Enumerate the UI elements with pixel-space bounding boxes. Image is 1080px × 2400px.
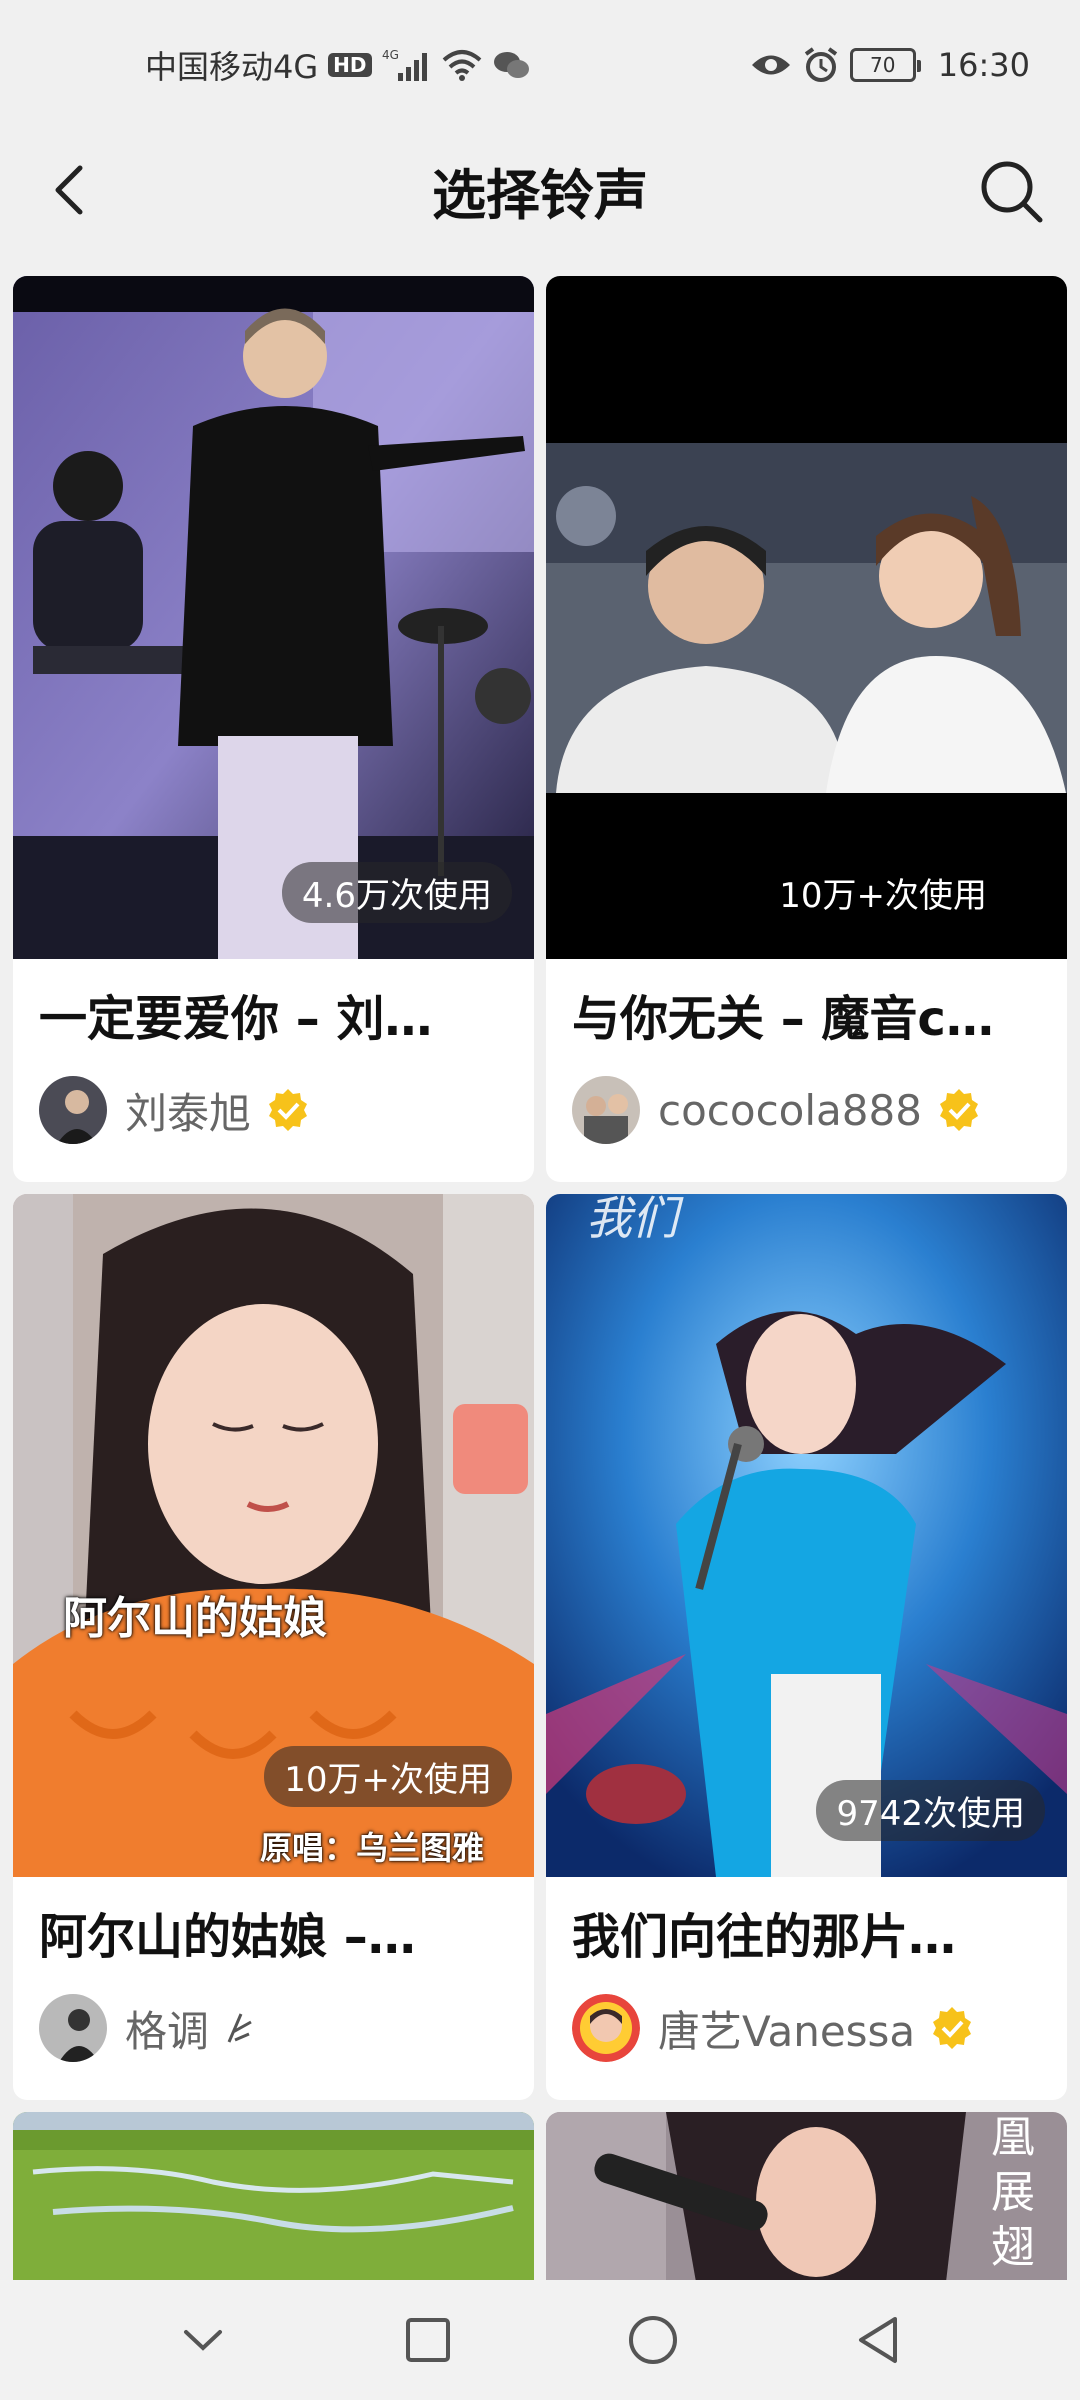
author-name[interactable]: 刘泰旭 [125, 1080, 251, 1141]
clock: 16:30 [937, 46, 1030, 84]
video-thumbnail[interactable]: 凰 展 翅 [546, 2112, 1067, 2282]
video-thumbnail[interactable]: 10万+次使用 [546, 276, 1067, 959]
hd-badge: HD [328, 53, 372, 77]
signal-icon: 4G [382, 48, 427, 81]
ringtone-card[interactable]: 我们 9742次使用 我们向往的那片… 唐艺Vanessa [546, 1194, 1067, 2100]
ringtone-card[interactable]: 10万+次使用 与你无关 – 魔音c… cococola888 [546, 276, 1067, 1182]
chevron-down-icon [183, 2330, 222, 2351]
avatar[interactable] [572, 1994, 640, 2062]
alarm-icon [804, 47, 837, 82]
system-nav-bar [0, 2280, 1080, 2400]
status-bar: 中国移动4G HD 4G 70 16:30 [0, 0, 1080, 130]
nav-home-button[interactable] [618, 2305, 688, 2375]
song-title[interactable]: 阿尔山的姑娘 –… [39, 1905, 508, 1969]
video-thumbnail[interactable]: 我们 9742次使用 [546, 1194, 1067, 1877]
battery-level: 70 [870, 53, 896, 77]
usage-count-badge: 9742次使用 [816, 1780, 1045, 1841]
ringtone-card-partial[interactable]: 凰 展 翅 [546, 2112, 1067, 2282]
usage-count-badge: 10万+次使用 [779, 876, 987, 916]
video-thumbnail[interactable]: 阿尔山的姑娘 10万+次使用 原唱：乌兰图雅 [13, 1194, 534, 1877]
svg-text:凰: 凰 [991, 2112, 1035, 2163]
battery-indicator: 70 [849, 48, 921, 82]
usage-count-badge: 10万+次使用 [264, 1746, 512, 1807]
wechat-icon [493, 52, 529, 78]
verified-badge-icon [933, 2007, 972, 2049]
svg-text:翅: 翅 [991, 2222, 1035, 2273]
triangle-back-icon [858, 2317, 897, 2363]
svg-text:我们: 我们 [586, 1194, 684, 1245]
author-name[interactable]: 唐艺Vanessa [658, 1998, 915, 2059]
avatar[interactable] [39, 1994, 107, 2062]
ringtone-card-partial[interactable] [13, 2112, 534, 2282]
author-row[interactable]: cococola888 [572, 1075, 1041, 1145]
carrier-label: 中国移动4G [145, 48, 319, 86]
search-icon[interactable] [976, 156, 1046, 226]
song-title[interactable]: 我们向往的那片… [572, 1905, 1041, 1969]
author-row[interactable]: 唐艺Vanessa [572, 1993, 1041, 2063]
music-note-icon [227, 2013, 252, 2043]
author-row[interactable]: 格调 [39, 1993, 508, 2063]
ringtone-card[interactable]: 阿尔山的姑娘 10万+次使用 原唱：乌兰图雅 阿尔山的姑娘 –… 格调 [13, 1194, 534, 2100]
circle-icon [628, 2316, 677, 2364]
avatar[interactable] [572, 1076, 640, 1144]
video-thumbnail[interactable] [13, 2112, 534, 2282]
video-subcaption: 原唱：乌兰图雅 [259, 1829, 484, 1867]
back-arrow-icon[interactable] [40, 158, 104, 222]
verified-badge-icon [939, 1089, 978, 1131]
author-name[interactable]: 格调 [125, 1998, 209, 2059]
usage-count-badge: 4.6万次使用 [281, 862, 512, 923]
header: 选择铃声 [0, 130, 1080, 250]
nav-collapse-button[interactable] [168, 2305, 238, 2375]
song-title[interactable]: 一定要爱你 – 刘… [39, 987, 508, 1051]
video-caption: 阿尔山的姑娘 [63, 1593, 327, 1644]
verified-badge-icon [269, 1089, 308, 1131]
ringtone-card[interactable]: 4.6万次使用 一定要爱你 – 刘… 刘泰旭 [13, 276, 534, 1182]
author-name[interactable]: cococola888 [658, 1086, 922, 1135]
author-row[interactable]: 刘泰旭 [39, 1075, 508, 1145]
nav-recents-button[interactable] [393, 2305, 463, 2375]
eye-icon [751, 55, 790, 75]
wifi-icon [442, 50, 481, 81]
ringtone-grid: 4.6万次使用 一定要爱你 – 刘… 刘泰旭 10万+次使用 与你无关 – 魔音… [13, 276, 1067, 2282]
page-title: 选择铃声 [432, 163, 648, 227]
svg-text:4G: 4G [382, 48, 399, 62]
song-title[interactable]: 与你无关 – 魔音c… [572, 987, 1041, 1051]
video-thumbnail[interactable]: 4.6万次使用 [13, 276, 534, 959]
avatar[interactable] [39, 1076, 107, 1144]
svg-text:展: 展 [991, 2167, 1035, 2218]
square-icon [405, 2318, 450, 2362]
nav-back-button[interactable] [843, 2305, 913, 2375]
